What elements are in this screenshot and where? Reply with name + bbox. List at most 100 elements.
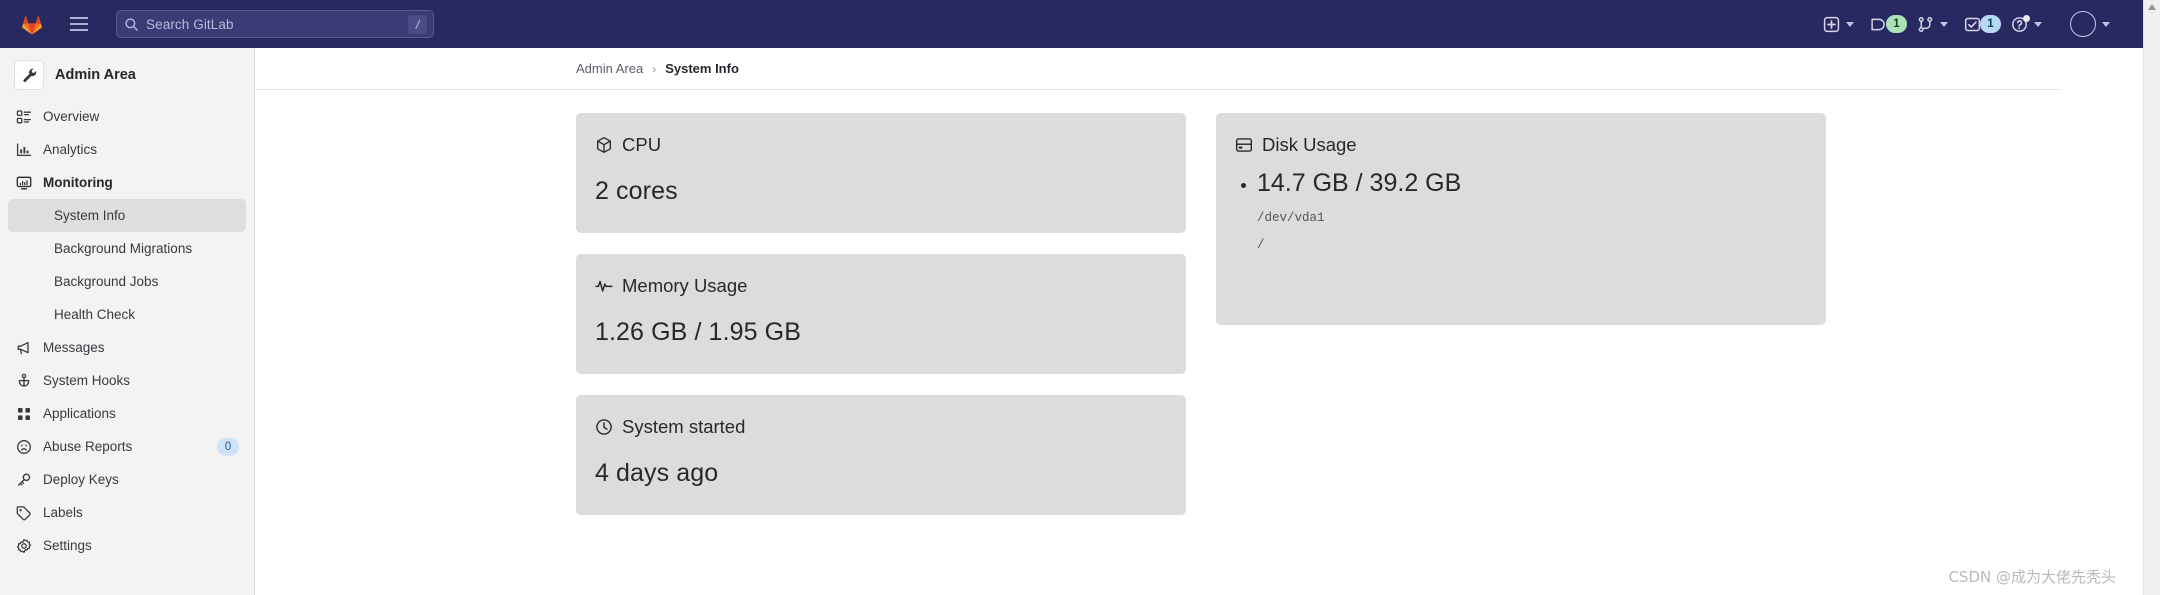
sidebar-item-label: Labels <box>43 505 83 520</box>
sad-face-icon <box>15 438 32 455</box>
gitlab-logo-icon <box>22 16 42 35</box>
memory-card: Memory Usage 1.26 GB / 1.95 GB <box>576 254 1186 374</box>
cpu-card-title: CPU <box>622 134 662 155</box>
search-placeholder: Search GitLab <box>146 16 234 32</box>
sidebar-item-label: Overview <box>43 109 100 124</box>
sidebar-item-system-info[interactable]: System Info <box>8 199 246 232</box>
sidebar-item-label: System Hooks <box>43 373 131 388</box>
user-avatar-menu[interactable] <box>2054 8 2120 40</box>
sidebar-item-label: Background Jobs <box>54 274 159 289</box>
system-started-card-title: System started <box>622 416 746 437</box>
system-started-card: System started 4 days ago <box>576 395 1186 515</box>
sidebar-item-label: Messages <box>43 340 105 355</box>
clock-icon <box>596 419 612 435</box>
sidebar-context-title: Admin Area <box>55 67 136 83</box>
sidebar-item-label: Applications <box>43 406 116 421</box>
gitlab-logo-button[interactable] <box>10 0 54 48</box>
sidebar-item-label: Monitoring <box>43 175 113 190</box>
search-shortcut-key: / <box>408 15 427 34</box>
disk-usage-card: Disk Usage 14.7 GB / 39.2 GB /dev/vda1 / <box>1216 113 1826 325</box>
breadcrumb-parent-link[interactable]: Admin Area <box>576 61 643 76</box>
search-input[interactable]: Search GitLab / <box>116 10 434 38</box>
chevron-down-icon <box>1940 21 1948 27</box>
sidebar-item-analytics[interactable]: Analytics <box>8 133 246 166</box>
system-info-right-column: Disk Usage 14.7 GB / 39.2 GB /dev/vda1 / <box>1216 113 1826 515</box>
sidebar-item-deploy-keys[interactable]: Deploy Keys <box>8 463 246 496</box>
sidebar-item-background-jobs[interactable]: Background Jobs <box>8 265 246 298</box>
memory-card-title: Memory Usage <box>622 275 748 296</box>
megaphone-icon <box>15 339 32 356</box>
chevron-down-icon <box>2102 21 2110 27</box>
issues-menu[interactable]: 1 <box>1866 8 1911 40</box>
help-menu[interactable] <box>2007 8 2052 40</box>
memory-card-value: 1.26 GB / 1.95 GB <box>595 318 801 346</box>
sidebar-item-label: Health Check <box>54 307 136 322</box>
hook-icon <box>15 372 32 389</box>
sidebar-item-applications[interactable]: Applications <box>8 397 246 430</box>
wrench-icon <box>14 60 44 90</box>
todos-menu[interactable]: 1 <box>1960 8 2005 40</box>
analytics-icon <box>15 141 32 158</box>
sidebar-item-health-check[interactable]: Health Check <box>8 298 246 331</box>
sidebar-item-monitoring[interactable]: Monitoring <box>8 166 246 199</box>
cube-icon <box>597 137 611 153</box>
sidebar-item-settings[interactable]: Settings <box>8 529 246 562</box>
scroll-up-arrow-icon[interactable] <box>2148 4 2156 10</box>
issues-count-badge: 1 <box>1886 15 1907 33</box>
sidebar-item-label: Background Migrations <box>54 241 193 256</box>
disk-usage-card-title: Disk Usage <box>1262 134 1357 155</box>
sidebar-item-system-hooks[interactable]: System Hooks <box>8 364 246 397</box>
avatar <box>2070 11 2096 37</box>
sidebar-item-label: Analytics <box>43 142 98 157</box>
top-bar-actions: 1 1 <box>1819 0 2160 48</box>
disk-icon <box>1235 138 1253 152</box>
label-tag-icon <box>15 504 32 521</box>
sidebar-item-labels[interactable]: Labels <box>8 496 246 529</box>
sidebar-item-overview[interactable]: Overview <box>8 100 246 133</box>
system-info-left-column: CPU 2 cores Memory Usage 1.26 GB / 1.95 … <box>576 113 1186 515</box>
todo-checkbox-icon <box>1964 17 1981 31</box>
sidebar-item-abuse-reports[interactable]: Abuse Reports 0 <box>8 430 246 463</box>
todos-count-badge: 1 <box>1980 15 2001 33</box>
watermark-text: CSDN @成为大佬先秃头 <box>1948 568 2116 586</box>
sidebar-item-label: Abuse Reports <box>43 439 133 454</box>
disk-device-path: /dev/vda1 <box>1257 211 1325 225</box>
disk-mount-point: / <box>1257 238 1265 252</box>
search-icon <box>125 17 138 31</box>
apps-grid-icon <box>15 405 32 422</box>
overview-icon <box>15 108 32 125</box>
sidebar-item-label: Deploy Keys <box>43 472 119 487</box>
help-notification-dot <box>2023 14 2030 22</box>
breadcrumb-separator-icon: › <box>652 61 657 76</box>
key-icon <box>15 471 32 488</box>
cpu-card: CPU 2 cores <box>576 113 1186 233</box>
abuse-reports-count-badge: 0 <box>217 437 239 456</box>
chevron-down-icon <box>1846 21 1854 27</box>
system-started-card-header: System started <box>595 416 1167 438</box>
create-new-menu[interactable] <box>1819 8 1864 40</box>
merge-request-icon <box>1918 16 1933 32</box>
plus-square-icon <box>1823 16 1840 32</box>
top-navigation-bar: Search GitLab / 1 1 <box>0 0 2160 48</box>
pulse-icon <box>595 280 613 292</box>
cpu-card-header: CPU <box>595 134 1167 156</box>
chevron-down-icon <box>2034 21 2042 27</box>
disk-usage-card-header: Disk Usage <box>1235 134 1807 156</box>
hamburger-menu-icon[interactable] <box>62 7 96 41</box>
memory-card-header: Memory Usage <box>595 275 1167 297</box>
sidebar-item-label: System Info <box>54 208 126 223</box>
main-content: Admin Area › System Info CPU 2 cores Mem… <box>256 48 2160 595</box>
sidebar-item-background-migrations[interactable]: Background Migrations <box>8 232 246 265</box>
sidebar-item-label: Settings <box>43 538 92 553</box>
breadcrumb-current: System Info <box>665 61 739 76</box>
system-started-card-value: 4 days ago <box>595 459 719 487</box>
merge-requests-menu[interactable] <box>1913 8 1958 40</box>
breadcrumb: Admin Area › System Info <box>256 48 2060 90</box>
disk-usage-list: 14.7 GB / 39.2 GB /dev/vda1 / <box>1235 169 1807 252</box>
list-item: 14.7 GB / 39.2 GB /dev/vda1 / <box>1235 169 1807 252</box>
sidebar-item-messages[interactable]: Messages <box>8 331 246 364</box>
monitor-icon <box>15 174 32 191</box>
admin-sidebar: Admin Area Overview Analytics Monitoring… <box>0 48 255 595</box>
page-scrollbar[interactable] <box>2143 0 2160 595</box>
sidebar-context-header[interactable]: Admin Area <box>8 54 246 96</box>
